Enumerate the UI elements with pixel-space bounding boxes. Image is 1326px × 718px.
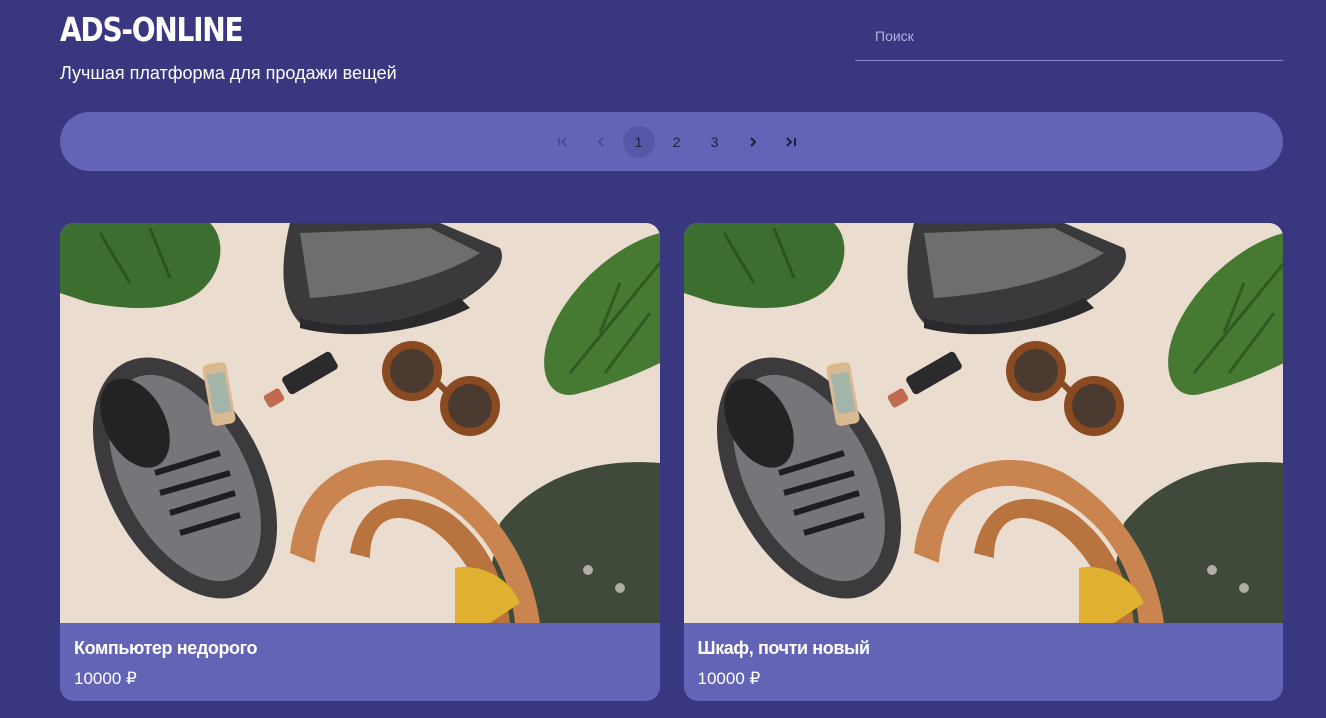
last-page-button[interactable] [775, 126, 807, 158]
last-page-icon [785, 136, 796, 147]
pagination-bar: 1 2 3 [60, 112, 1283, 171]
page-button-2[interactable]: 2 [661, 126, 693, 158]
pagination: 1 2 3 [547, 125, 807, 158]
chevron-left-icon [597, 136, 604, 147]
search-input[interactable] [855, 14, 1283, 58]
ad-photo [683, 223, 1283, 623]
first-page-button[interactable] [547, 126, 579, 158]
ad-card[interactable]: Шкаф, почти новый 10000 ₽ [683, 223, 1283, 701]
ad-price: 10000 ₽ [697, 669, 761, 688]
search-field [855, 14, 1283, 61]
prev-page-button[interactable] [585, 126, 617, 158]
first-page-icon [557, 136, 567, 147]
page-button-1[interactable]: 1 [622, 125, 655, 158]
ad-card[interactable]: Компьютер недорого 10000 ₽ [60, 223, 660, 701]
site-tagline: Лучшая платформа для продажи вещей [60, 63, 397, 83]
page-button-3[interactable]: 3 [699, 126, 731, 158]
next-page-button[interactable] [737, 126, 769, 158]
ad-price: 10000 ₽ [74, 669, 137, 688]
ad-title: Шкаф, почти новый [697, 638, 871, 658]
ad-photo [60, 223, 660, 623]
chevron-right-icon [749, 136, 756, 147]
ad-title: Компьютер недорого [74, 638, 258, 658]
site-logo[interactable]: ADS-ONLINE [60, 8, 244, 52]
ads-grid: Компьютер недорого 10000 ₽ Шкаф, почти н… [60, 223, 1283, 701]
